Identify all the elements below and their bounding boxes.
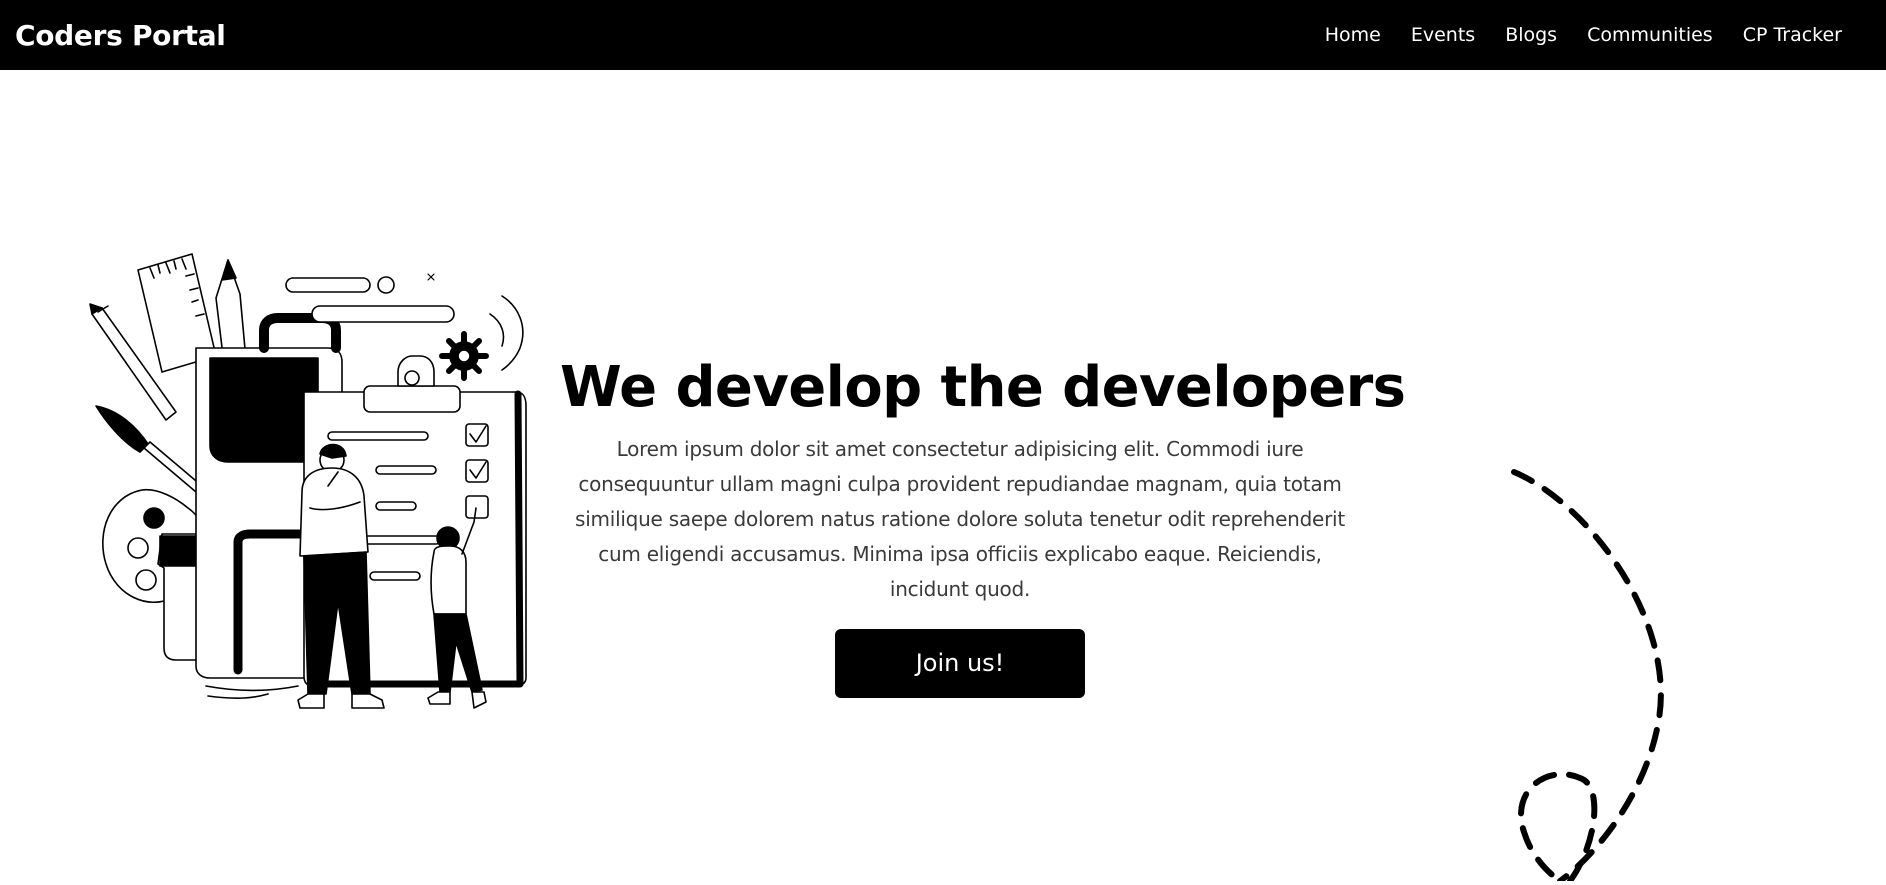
- brand-logo-link[interactable]: Coders Portal: [15, 0, 226, 70]
- nav-link-cp-tracker[interactable]: CP Tracker: [1743, 24, 1842, 46]
- dashed-loop-path-icon: [1460, 460, 1720, 884]
- nav-link-home[interactable]: Home: [1325, 24, 1381, 46]
- top-navbar: Coders Portal Home Events Blogs Communit…: [0, 0, 1886, 70]
- dashed-loop-svg: [1511, 469, 1664, 884]
- hero-description: Lorem ipsum dolor sit amet consectetur a…: [575, 437, 1345, 601]
- developers-at-work-illustration: [88, 246, 548, 716]
- developers-illustration-svg: [89, 253, 527, 709]
- hero-title: We develop the developers: [560, 355, 1406, 420]
- nav-links: Home Events Blogs Communities CP Tracker: [1325, 0, 1842, 70]
- nav-link-blogs[interactable]: Blogs: [1505, 24, 1557, 46]
- join-us-button[interactable]: Join us!: [835, 629, 1085, 698]
- hero-section: We develop the developers Lorem ipsum do…: [560, 350, 1406, 698]
- nav-link-events[interactable]: Events: [1411, 24, 1475, 46]
- nav-link-communities[interactable]: Communities: [1587, 24, 1713, 46]
